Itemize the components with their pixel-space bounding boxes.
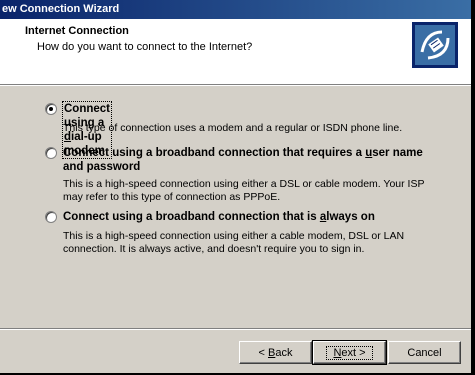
broadband-pppoe-label[interactable]: Connect using a broadband connection tha… xyxy=(63,146,423,174)
network-connection-icon xyxy=(412,22,458,68)
cancel-button[interactable]: Cancel xyxy=(388,341,461,364)
header-subtitle: How do you want to connect to the Intern… xyxy=(37,41,253,53)
header-title: Internet Connection xyxy=(25,25,129,37)
title-bar: ew Connection Wizard xyxy=(0,0,471,19)
dial-up-description: This type of connection uses a modem and… xyxy=(63,122,403,134)
wizard-header: Internet Connection How do you want to c… xyxy=(0,19,471,85)
wizard-window: ew Connection Wizard Internet Connection… xyxy=(0,0,473,375)
header-divider xyxy=(0,85,471,86)
broadband-pppoe-radio[interactable] xyxy=(45,147,57,159)
back-button[interactable]: < Back xyxy=(239,341,312,364)
broadband-pppoe-description: This is a high-speed connection using ei… xyxy=(63,178,425,203)
next-button[interactable]: Next > xyxy=(312,340,387,365)
dial-up-radio[interactable] xyxy=(45,103,57,115)
broadband-always-on-radio[interactable] xyxy=(45,211,57,223)
footer-divider-highlight xyxy=(0,329,471,330)
broadband-always-on-label[interactable]: Connect using a broadband connection tha… xyxy=(63,210,423,224)
broadband-always-on-description: This is a high-speed connection using ei… xyxy=(63,230,405,255)
